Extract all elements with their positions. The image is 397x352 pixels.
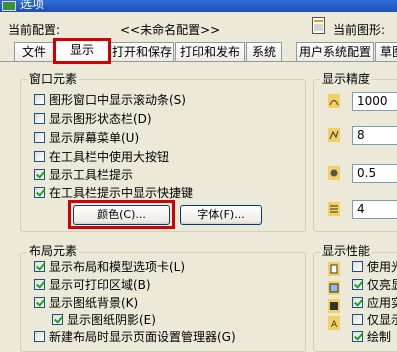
checkbox-box[interactable] xyxy=(52,314,63,325)
layout-elements-title: 布局元素 xyxy=(27,242,80,259)
tab-display[interactable]: 显示 xyxy=(53,38,111,64)
current-config-value: <<未命名配置>> xyxy=(120,23,221,37)
checkbox-paper-background[interactable]: 显示图纸背景(K) xyxy=(34,295,294,311)
resolution-field-contour[interactable]: 4 xyxy=(352,200,397,219)
checkbox-large-buttons[interactable]: 在工具栏中使用大按钮 xyxy=(34,149,294,165)
app-icon xyxy=(2,1,16,11)
resolution-field-render[interactable]: 0.5 xyxy=(352,164,397,183)
checkbox-label: 绘制 xyxy=(367,330,392,344)
checkbox-raster-pan-zoom[interactable]: 使用光 xyxy=(352,259,397,275)
current-drawing-label: 当前图形: xyxy=(333,23,386,37)
checkbox-box[interactable] xyxy=(352,297,363,308)
checkbox-label: 使用光 xyxy=(367,260,397,274)
checkbox-screen-menu[interactable]: 显示屏幕菜单(U) xyxy=(34,130,294,146)
checkbox-label: 仅显示 xyxy=(367,313,397,327)
display-resolution-title: 显示精度 xyxy=(320,70,373,87)
checkbox-label: 显示图纸阴影(E) xyxy=(67,313,156,327)
checkbox-label: 仅亮显 xyxy=(367,278,397,292)
contour-lines-icon xyxy=(328,202,340,216)
checkbox-label: 在工具栏提示中显示快捷键 xyxy=(49,186,194,200)
checkbox-box[interactable] xyxy=(34,113,45,124)
checkbox-box[interactable] xyxy=(34,169,45,180)
checkbox-label: 图形窗口中显示滚动条(S) xyxy=(49,93,186,107)
window-elements-title: 窗口元素 xyxy=(27,70,80,87)
checkbox-box[interactable] xyxy=(352,261,363,272)
tab-files[interactable]: 文件 xyxy=(14,42,54,61)
checkbox-box[interactable] xyxy=(34,297,45,308)
checkbox-shortcut-keys[interactable]: 在工具栏提示中显示快捷键 xyxy=(34,185,294,201)
arc-smoothness-icon xyxy=(328,94,340,108)
checkbox-label: 显示图纸背景(K) xyxy=(49,296,139,310)
checkbox-printable-area[interactable]: 显示可打印区域(B) xyxy=(34,277,294,293)
checkbox-box[interactable] xyxy=(352,331,363,342)
checkbox-layout-tabs[interactable]: 显示布局和模型选项卡(L) xyxy=(34,259,294,275)
checkbox-box[interactable] xyxy=(34,151,45,162)
checkbox-box[interactable] xyxy=(34,261,45,272)
tab-open-save[interactable]: 打开和保存 xyxy=(110,42,174,61)
checkbox-label: 在工具栏中使用大按钮 xyxy=(49,150,170,164)
drawing-file-icon xyxy=(312,17,325,34)
checkbox-paper-shadow[interactable]: 显示图纸阴影(E) xyxy=(52,312,292,328)
checkbox-label: 应用实 xyxy=(367,296,397,310)
current-config-label: 当前配置: xyxy=(8,23,61,37)
checkbox-status-bar[interactable]: 显示图形状态栏(D) xyxy=(34,111,294,127)
checkbox-box[interactable] xyxy=(34,187,45,198)
tab-system[interactable]: 系统 xyxy=(246,42,282,61)
text-frame-icon: A xyxy=(328,316,340,330)
checkbox-box[interactable] xyxy=(34,279,45,290)
checkbox-box[interactable] xyxy=(352,279,363,290)
tab-plot-publish[interactable]: 打印和发布 xyxy=(175,42,245,61)
checkbox-box[interactable] xyxy=(34,132,45,143)
checkbox-label: 显示布局和模型选项卡(L) xyxy=(49,260,186,274)
checkbox-label: 新建布局时显示页面设置管理器(G) xyxy=(49,330,236,344)
checkbox-box[interactable] xyxy=(34,331,45,342)
checkbox-box[interactable] xyxy=(352,314,363,325)
checkbox-highlight-frame[interactable]: 仅亮显 xyxy=(352,277,397,293)
checkbox-page-setup-manager[interactable]: 新建布局时显示页面设置管理器(G) xyxy=(34,329,304,345)
tab-user-preferences[interactable]: 用户系统配置 xyxy=(296,42,374,61)
checkbox-label: 显示可打印区域(B) xyxy=(49,278,151,292)
tab-drafting[interactable]: 草图 xyxy=(375,42,397,61)
pan-zoom-icon xyxy=(328,262,340,276)
highlight-raster-icon xyxy=(328,281,340,295)
resolution-field-polyline[interactable]: 8 xyxy=(352,126,397,145)
checkbox-scrollbars[interactable]: 图形窗口中显示滚动条(S) xyxy=(34,92,294,108)
display-performance-title: 显示性能 xyxy=(320,242,373,259)
checkbox-box[interactable] xyxy=(34,94,45,105)
window-title: 选项 xyxy=(20,0,45,11)
checkbox-label: 显示图形状态栏(D) xyxy=(49,112,152,126)
polyline-segments-icon xyxy=(328,128,340,142)
checkbox-label: 显示工具栏提示 xyxy=(49,168,134,182)
colors-button[interactable]: 颜色(C)... xyxy=(73,205,170,225)
checkbox-tooltips[interactable]: 显示工具栏提示 xyxy=(34,167,294,183)
checkbox-solid-fill[interactable]: 应用实 xyxy=(352,295,397,311)
svg-text:A: A xyxy=(331,320,338,330)
resolution-field-arc[interactable]: 1000 xyxy=(352,92,397,111)
title-bar[interactable]: 选项 xyxy=(0,0,397,12)
render-smoothness-icon xyxy=(328,166,340,180)
fonts-button[interactable]: 字体(F)... xyxy=(180,205,262,225)
checkbox-draw-outline[interactable]: 绘制 xyxy=(352,329,397,345)
checkbox-text-frame[interactable]: 仅显示 xyxy=(352,312,397,328)
checkbox-label: 显示屏幕菜单(U) xyxy=(49,131,140,145)
solid-fill-icon xyxy=(328,299,340,313)
